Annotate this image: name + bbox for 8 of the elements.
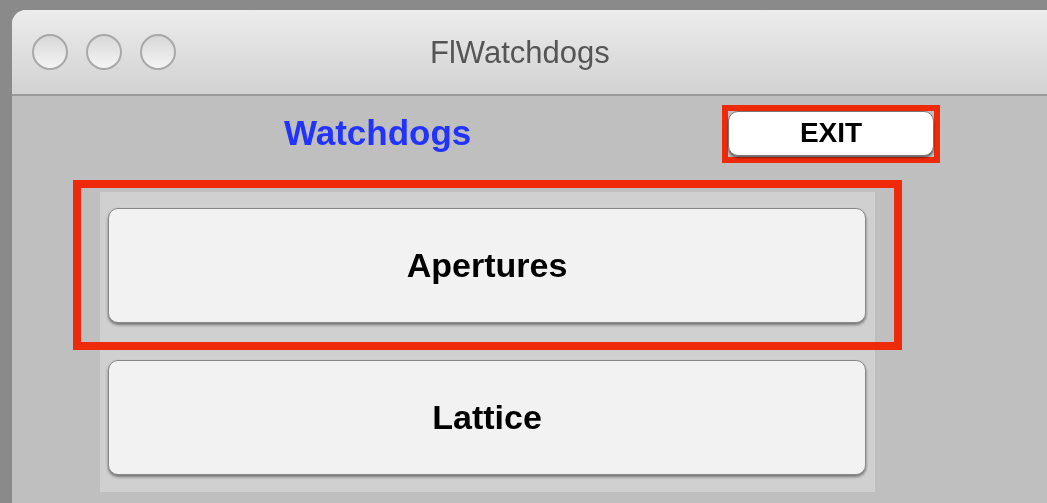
window-title: FlWatchdogs [430, 34, 610, 72]
exit-button[interactable]: EXIT [728, 110, 934, 156]
minimize-button[interactable] [86, 34, 122, 70]
heading: Watchdogs [284, 111, 473, 154]
zoom-button[interactable] [140, 34, 176, 70]
menu-button[interactable]: Apertures [108, 208, 866, 323]
menu-button[interactable]: Lattice [108, 360, 866, 475]
close-button[interactable] [32, 34, 68, 70]
